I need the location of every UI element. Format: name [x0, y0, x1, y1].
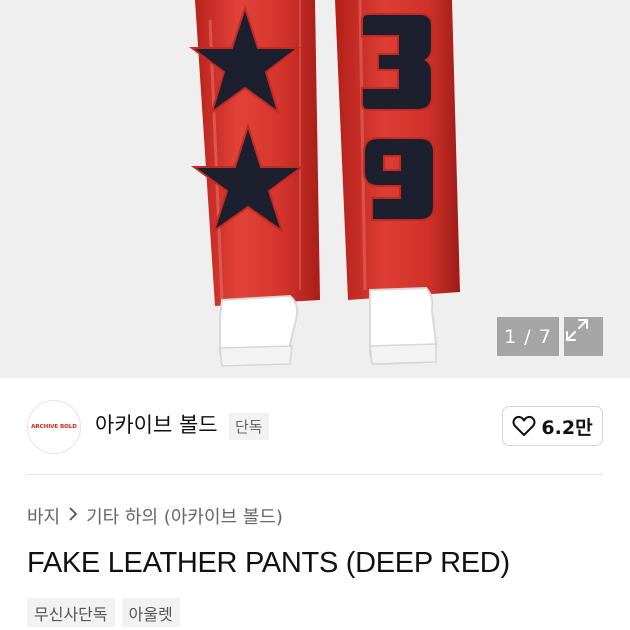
- divider: [27, 474, 603, 475]
- breadcrumb: 바지 기타 하의 (아카이브 볼드): [27, 503, 283, 529]
- product-image-gallery[interactable]: 1 / 7: [0, 0, 630, 378]
- brand-logo[interactable]: ARCHIVE BOLD: [27, 400, 81, 454]
- exclusive-badge: 단독: [229, 413, 269, 440]
- product-title: FAKE LEATHER PANTS (DEEP RED): [27, 547, 510, 579]
- tag-musinsa-exclusive[interactable]: 무신사단독: [27, 598, 115, 627]
- tag-outlet[interactable]: 아울렛: [121, 598, 180, 627]
- brand-name[interactable]: 아카이브 볼드: [95, 409, 218, 439]
- image-counter-text: 1 / 7: [504, 325, 552, 348]
- expand-arrows-icon: [566, 319, 588, 341]
- product-tags: 무신사단독 아울렛: [27, 598, 180, 627]
- breadcrumb-category[interactable]: 바지: [27, 503, 60, 529]
- breadcrumb-subcategory[interactable]: 기타 하의 (아카이브 볼드): [86, 503, 283, 529]
- number-patch-9: [363, 137, 435, 221]
- chevron-right-icon: [68, 506, 78, 526]
- like-button[interactable]: 6.2만: [502, 406, 603, 446]
- brand-logo-text: ARCHIVE BOLD: [31, 424, 77, 430]
- heart-icon: [512, 415, 536, 436]
- like-count: 6.2만: [541, 416, 593, 439]
- expand-image-button[interactable]: [564, 317, 603, 356]
- image-counter: 1 / 7: [497, 317, 559, 356]
